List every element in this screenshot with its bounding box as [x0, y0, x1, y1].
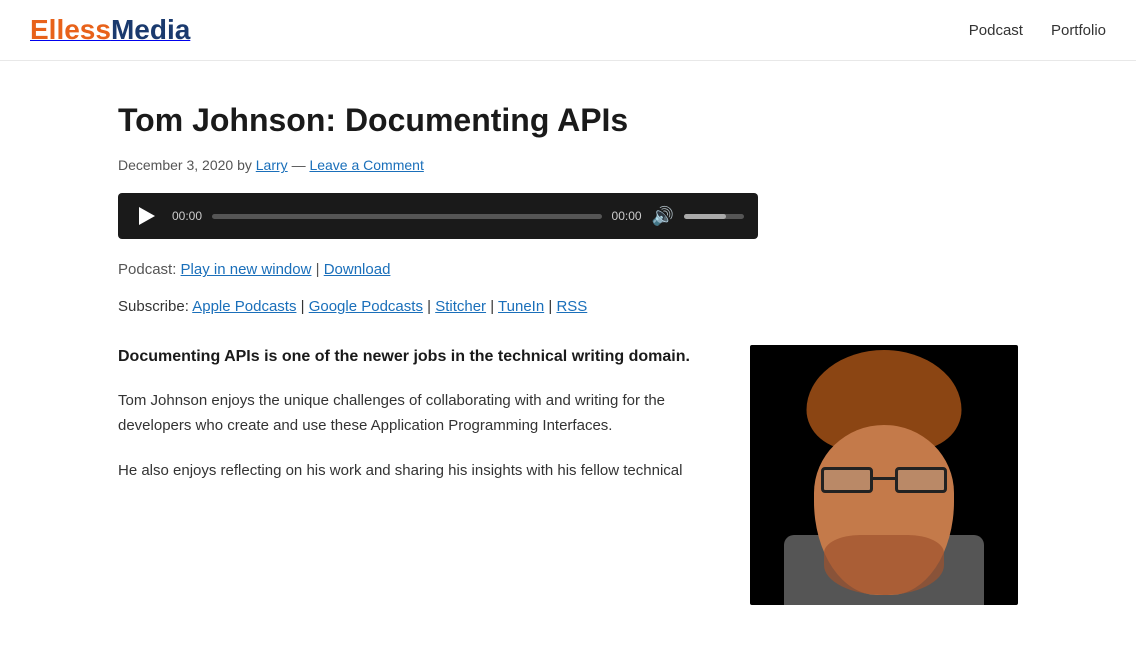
subscribe-tunein[interactable]: TuneIn	[498, 298, 544, 315]
pipe-separator-1: |	[316, 261, 324, 278]
subscribe-label: Subscribe:	[118, 298, 189, 315]
article-text: Documenting APIs is one of the newer job…	[118, 345, 720, 503]
nav-portfolio[interactable]: Portfolio	[1051, 22, 1106, 39]
progress-bar[interactable]	[212, 214, 602, 219]
podcast-label: Podcast:	[118, 261, 176, 278]
audio-player: 00:00 00:00 🔊	[118, 193, 758, 239]
body-paragraph-2: He also enjoys reflecting on his work an…	[118, 459, 720, 484]
subscribe-links: Subscribe: Apple Podcasts | Google Podca…	[118, 298, 1018, 315]
article-title: Tom Johnson: Documenting APIs	[118, 101, 1018, 139]
glass-right	[895, 467, 947, 493]
time-start: 00:00	[172, 209, 202, 223]
post-date: December 3, 2020	[118, 157, 233, 173]
main-nav: Podcast Portfolio	[969, 22, 1106, 39]
glass-left	[821, 467, 873, 493]
logo-eless: Elless	[30, 14, 111, 45]
lead-paragraph: Documenting APIs is one of the newer job…	[118, 345, 720, 369]
glasses	[819, 467, 949, 495]
portrait-face	[784, 355, 984, 605]
sep-2: |	[427, 298, 435, 315]
leave-comment-link[interactable]: Leave a Comment	[309, 157, 423, 173]
sep-3: |	[490, 298, 498, 315]
article-body: Documenting APIs is one of the newer job…	[118, 345, 1018, 605]
volume-slider[interactable]	[684, 214, 744, 219]
site-header: EllessMedia Podcast Portfolio	[0, 0, 1136, 61]
subscribe-stitcher[interactable]: Stitcher	[435, 298, 486, 315]
volume-icon: 🔊	[652, 206, 674, 227]
post-separator: —	[292, 157, 310, 173]
post-author[interactable]: Larry	[256, 157, 288, 173]
site-logo[interactable]: EllessMedia	[30, 14, 190, 46]
volume-fill	[684, 214, 726, 219]
download-link[interactable]: Download	[324, 261, 391, 278]
author-portrait	[750, 345, 1018, 605]
nav-podcast[interactable]: Podcast	[969, 22, 1023, 39]
time-end: 00:00	[612, 209, 642, 223]
subscribe-rss[interactable]: RSS	[556, 298, 587, 315]
post-by: by	[237, 157, 252, 173]
sep-1: |	[301, 298, 309, 315]
play-icon	[139, 207, 155, 225]
subscribe-apple[interactable]: Apple Podcasts	[192, 298, 296, 315]
play-new-window-link[interactable]: Play in new window	[181, 261, 312, 278]
post-meta: December 3, 2020 by Larry — Leave a Comm…	[118, 157, 1018, 173]
glass-bridge	[871, 477, 897, 480]
play-button[interactable]	[132, 201, 162, 231]
beard	[824, 535, 944, 595]
subscribe-google[interactable]: Google Podcasts	[309, 298, 423, 315]
logo-media: Media	[111, 14, 190, 45]
mute-button[interactable]: 🔊	[652, 206, 674, 227]
main-content: Tom Johnson: Documenting APIs December 3…	[88, 61, 1048, 645]
body-paragraph-1: Tom Johnson enjoys the unique challenges…	[118, 389, 720, 439]
podcast-links: Podcast: Play in new window | Download	[118, 261, 1018, 278]
